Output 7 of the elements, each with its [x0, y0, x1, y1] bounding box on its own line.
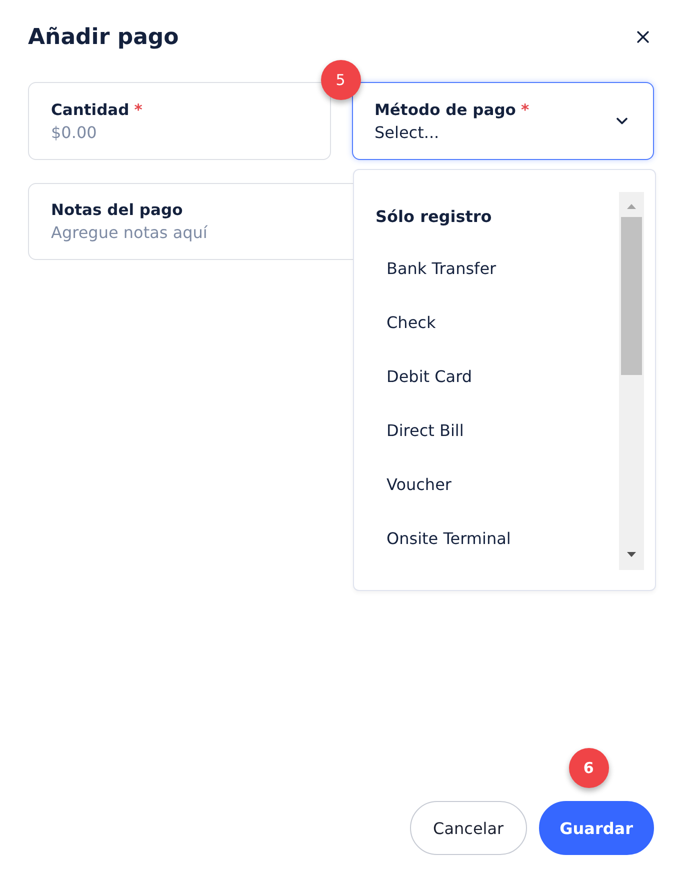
field-label: Notas del pago — [51, 201, 183, 219]
group-heading: Sólo registro — [376, 206, 492, 228]
step-badge: 5 — [320, 60, 360, 100]
step-badge: 6 — [568, 748, 609, 788]
field-label: Cantidad * — [51, 100, 142, 118]
dialog-title: Añadir pago — [28, 24, 179, 50]
field-label: Método de pago * — [374, 100, 530, 118]
